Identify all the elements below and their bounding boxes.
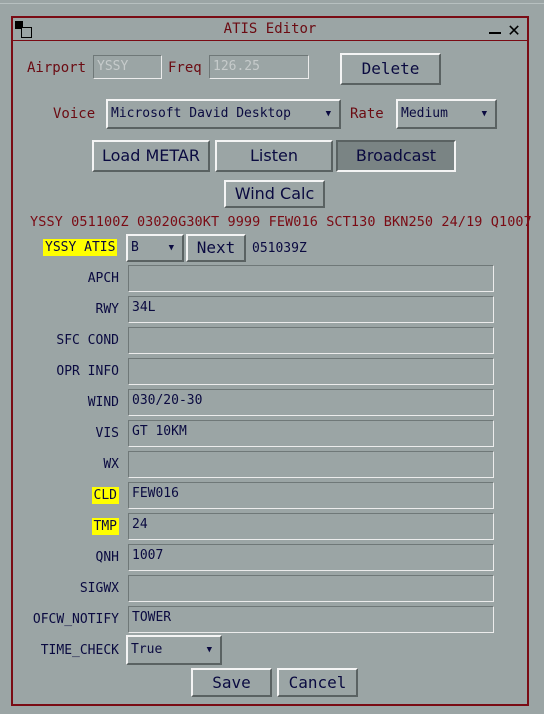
field-label-sigwx: SIGWX (13, 581, 119, 596)
field-input-vis[interactable]: GT 10KM (128, 420, 494, 447)
load-metar-button[interactable]: Load METAR (92, 140, 210, 172)
atis-letter-select[interactable]: B ▼ (126, 234, 184, 262)
field-label-text: TMP (91, 518, 119, 535)
field-label-text: SIGWX (79, 581, 119, 596)
field-input-opr-info[interactable] (128, 358, 494, 385)
time-check-select[interactable]: True ▼ (126, 635, 222, 665)
field-input-tmp[interactable]: 24 (128, 513, 494, 540)
background-line (0, 3, 544, 4)
metar-text: YSSY 051100Z 03020G30KT 9999 FEW016 SCT1… (30, 214, 532, 230)
field-label-rwy: RWY (13, 302, 119, 317)
freq-label: Freq (168, 60, 202, 76)
field-input-apch[interactable] (128, 265, 494, 292)
time-check-value: True (131, 642, 163, 657)
next-button[interactable]: Next (186, 234, 246, 262)
field-label-wx: WX (13, 457, 119, 472)
save-button[interactable]: Save (191, 668, 272, 697)
field-label-cld: CLD (13, 487, 119, 504)
chevron-down-icon: ▼ (206, 645, 212, 655)
field-input-wind[interactable]: 030/20-30 (128, 389, 494, 416)
chevron-down-icon: ▼ (325, 109, 331, 119)
atis-time: 051039Z (252, 241, 307, 256)
time-check-label: TIME_CHECK (40, 643, 119, 658)
minimize-icon[interactable] (489, 32, 501, 34)
voice-label: Voice (53, 106, 96, 122)
field-label-vis: VIS (13, 426, 119, 441)
freq-field[interactable]: 126.25 (209, 55, 309, 79)
rate-select-value: Medium (401, 106, 448, 121)
field-input-ofcw-notify[interactable]: TOWER (128, 606, 494, 633)
field-label-ofcw-notify: OFCW_NOTIFY (13, 612, 119, 627)
field-label-text: QNH (95, 550, 119, 565)
airport-field[interactable]: YSSY (93, 55, 162, 79)
field-label-text: APCH (87, 271, 119, 286)
atis-editor-window: ATIS Editor ✕ Airport YSSY Freq 126.25 D… (11, 16, 532, 706)
title-divider (13, 40, 527, 41)
cancel-button[interactable]: Cancel (277, 668, 358, 697)
field-input-qnh[interactable]: 1007 (128, 544, 494, 571)
field-input-sigwx[interactable] (128, 575, 494, 602)
field-label-text: WX (103, 457, 119, 472)
wind-calc-button[interactable]: Wind Calc (224, 180, 325, 208)
field-label-text: OPR INFO (56, 364, 119, 379)
field-input-cld[interactable]: FEW016 (128, 482, 494, 509)
field-label-apch: APCH (13, 271, 119, 286)
field-label-sfc-cond: SFC COND (13, 333, 119, 348)
chevron-down-icon: ▼ (168, 243, 174, 253)
field-label-text: CLD (91, 487, 119, 504)
field-label-opr-info: OPR INFO (13, 364, 119, 379)
field-label-text: OFCW_NOTIFY (32, 612, 119, 627)
atis-label-text: YSSY ATIS (43, 239, 118, 256)
field-label-text: SFC COND (56, 333, 119, 348)
voice-select-value: Microsoft David Desktop (111, 106, 292, 121)
window-title: ATIS Editor (223, 21, 317, 37)
field-input-sfc-cond[interactable] (128, 327, 494, 354)
field-input-rwy[interactable]: 34L (128, 296, 494, 323)
close-icon[interactable]: ✕ (508, 18, 520, 40)
field-label-text: RWY (95, 302, 119, 317)
chevron-down-icon: ▼ (481, 109, 487, 119)
field-input-wx[interactable] (128, 451, 494, 478)
broadcast-button[interactable]: Broadcast (336, 140, 456, 172)
atis-letter-value: B (131, 240, 139, 255)
listen-button[interactable]: Listen (215, 140, 333, 172)
rate-select[interactable]: Medium ▼ (396, 99, 497, 129)
field-label-tmp: TMP (13, 518, 119, 535)
rate-label: Rate (350, 106, 384, 122)
voice-select[interactable]: Microsoft David Desktop ▼ (106, 99, 341, 129)
airport-label: Airport (27, 60, 87, 76)
delete-button[interactable]: Delete (340, 53, 441, 85)
atis-label: YSSY ATIS (43, 239, 118, 256)
field-label-text: WIND (87, 395, 119, 410)
field-label-text: VIS (95, 426, 119, 441)
title-bar[interactable]: ATIS Editor ✕ (13, 18, 527, 40)
field-label-wind: WIND (13, 395, 119, 410)
field-label-qnh: QNH (13, 550, 119, 565)
